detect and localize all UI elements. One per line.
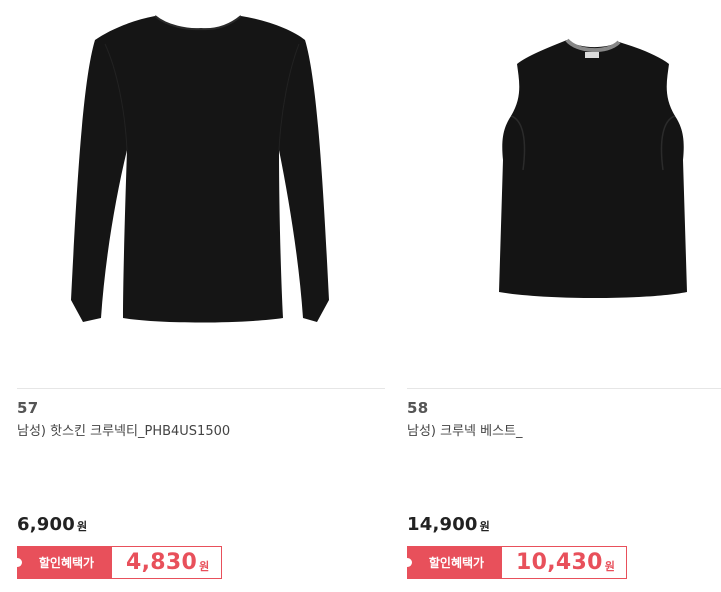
discount-price-box: 10,430 원	[502, 546, 627, 579]
price-unit: 원	[479, 520, 490, 533]
discount-label-tag: 할인혜택가	[403, 546, 502, 579]
product-card[interactable]: 58 남성) 크루넥 베스트_ 14,900 원 할인혜택가 10,430 원	[403, 0, 721, 592]
discount-amount: 10,430	[516, 550, 603, 575]
discount-price-box: 4,830 원	[112, 546, 222, 579]
discount-amount: 4,830	[126, 550, 198, 575]
discount-label: 할인혜택가	[38, 556, 95, 570]
discount-price-badge: 할인혜택가 4,830 원	[13, 546, 222, 579]
tag-notch	[13, 558, 22, 567]
price-amount: 14,900	[407, 514, 478, 535]
product-rank: 58	[407, 399, 429, 417]
product-rank: 57	[17, 399, 39, 417]
product-image-long-sleeve-shirt[interactable]	[17, 0, 385, 380]
tag-notch	[403, 558, 412, 567]
price-amount: 6,900	[17, 514, 75, 535]
discount-unit: 원	[604, 559, 615, 573]
discount-label: 할인혜택가	[428, 556, 485, 570]
price-unit: 원	[76, 520, 88, 533]
product-image-vest[interactable]	[407, 0, 721, 380]
card-divider	[407, 388, 721, 389]
product-price: 14,900 원	[407, 514, 490, 535]
product-card[interactable]: 57 남성) 핫스킨 크루넥티_PHB4US1500 6,900 원 할인혜택가 …	[13, 0, 385, 592]
product-price: 6,900 원	[17, 514, 87, 535]
discount-label-tag: 할인혜택가	[13, 546, 112, 579]
product-name[interactable]: 남성) 핫스킨 크루넥티_PHB4US1500	[17, 420, 230, 439]
card-divider	[17, 388, 385, 389]
product-name[interactable]: 남성) 크루넥 베스트_	[407, 420, 523, 439]
discount-price-badge: 할인혜택가 10,430 원	[403, 546, 627, 579]
discount-unit: 원	[199, 559, 210, 573]
